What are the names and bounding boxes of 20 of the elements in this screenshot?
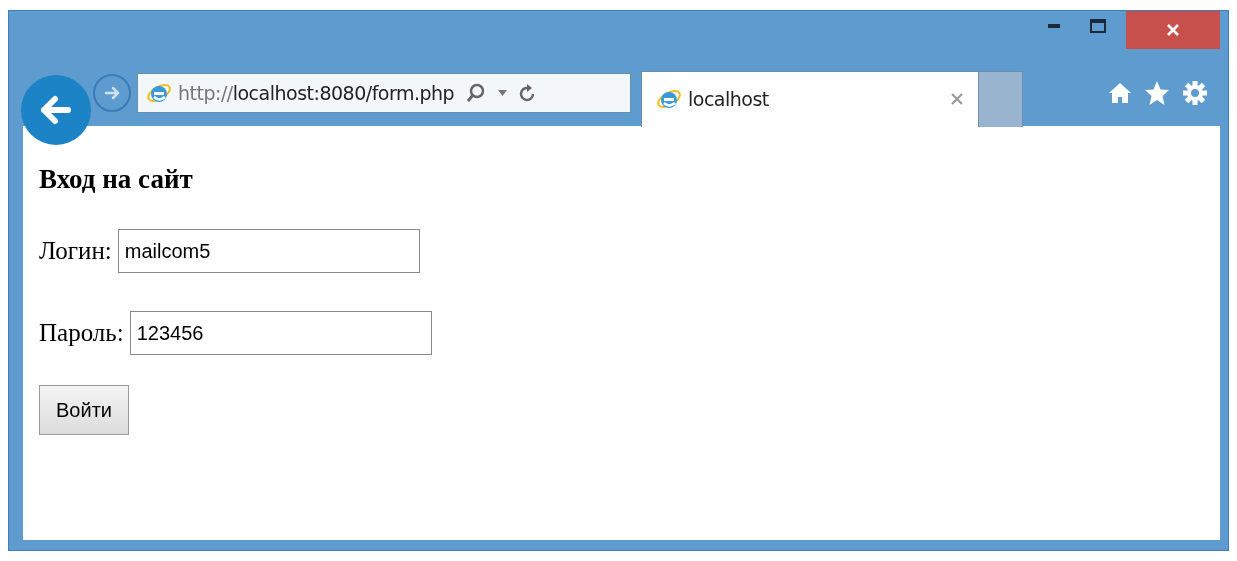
input-field[interactable]: 123456 [129, 311, 432, 355]
dropdown-caret-icon[interactable] [498, 89, 508, 96]
settings-icon[interactable] [1182, 79, 1208, 106]
home-icon[interactable] [1108, 80, 1132, 105]
login-button[interactable]: Войти [39, 385, 129, 435]
forward-button[interactable] [93, 73, 131, 112]
close-icon [1166, 23, 1180, 37]
close-button[interactable] [1126, 11, 1220, 49]
field-label: Логин: [39, 237, 112, 265]
maximize-icon [1090, 19, 1106, 33]
minimize-icon [1048, 24, 1060, 28]
url-text: http://localhost:8080/form.php [178, 81, 455, 104]
field-label: Пароль: [39, 319, 124, 347]
close-tab-icon[interactable] [950, 92, 964, 106]
input-field[interactable]: mailcom5 [117, 229, 420, 273]
search-icon[interactable] [466, 81, 487, 104]
browser-tab[interactable]: localhost [641, 70, 979, 127]
page-heading: Вход на сайт [39, 164, 194, 195]
address-bar[interactable]: http://localhost:8080/form.php [137, 72, 631, 113]
star-icon[interactable] [1144, 79, 1170, 106]
